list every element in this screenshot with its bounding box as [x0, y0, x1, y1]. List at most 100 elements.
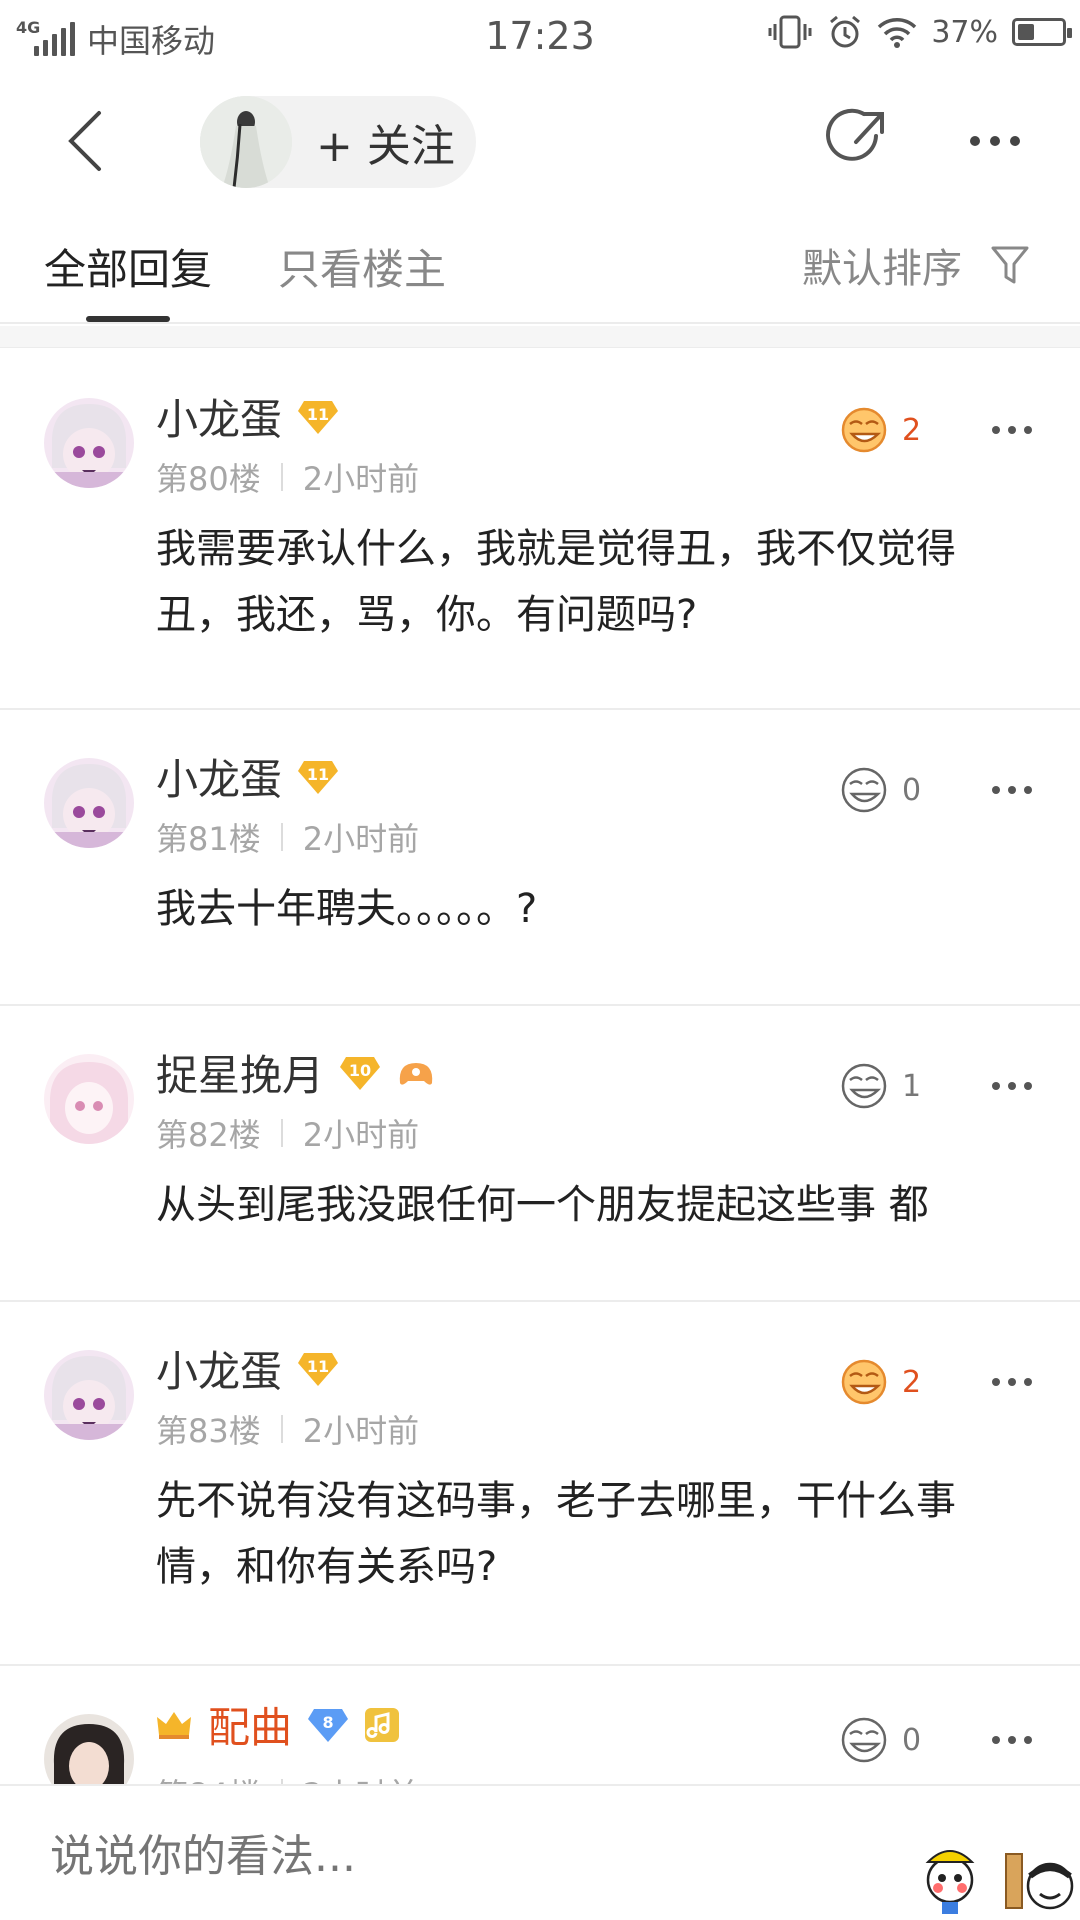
comment-meta: 第81楼 2小时前 [156, 814, 419, 860]
level-badge: 11 [298, 1351, 339, 1387]
more-options-button[interactable] [960, 106, 1030, 176]
comment-item: 配曲 8 第84楼 2小时前 0 [0, 1666, 1080, 1784]
reply-tabs: 全部回复 只看楼主 默认排序 [0, 206, 1080, 324]
post-time: 2小时前 [303, 1770, 419, 1784]
username-text: 配曲 [208, 1703, 293, 1752]
meta-divider [280, 1119, 283, 1147]
sort-button[interactable]: 默认排序 [802, 236, 1030, 294]
meta-divider [280, 1415, 283, 1443]
avatar[interactable] [44, 1054, 134, 1144]
avatar[interactable] [44, 1350, 134, 1440]
comment-more-button[interactable] [992, 786, 1032, 794]
filter-icon [991, 246, 1029, 284]
wifi-icon [878, 18, 917, 48]
floor-number: 第83楼 [156, 1412, 261, 1450]
status-right: 37% [767, 14, 1072, 50]
post-time: 2小时前 [302, 1412, 420, 1450]
post-time: 2小时前 [302, 460, 420, 498]
alarm-icon [830, 15, 861, 48]
share-icon [826, 108, 884, 161]
tab-all-replies[interactable]: 全部回复 [44, 236, 212, 297]
music-badge-icon [365, 1707, 400, 1742]
back-button[interactable] [50, 106, 120, 176]
status-bar: 4G 中国移动 17:23 37% [0, 0, 1080, 76]
panda-sticker-icon[interactable] [910, 1836, 990, 1916]
like-count: 0 [902, 772, 922, 808]
follow-button[interactable]: + 关注 [200, 96, 476, 188]
battery-level [1018, 24, 1034, 40]
reply-input[interactable] [50, 1826, 870, 1886]
like-count: 2 [902, 1364, 922, 1400]
laugh-emoji-icon [841, 1063, 887, 1109]
level-badge: 11 [298, 759, 339, 795]
like-count: 0 [902, 1722, 922, 1758]
username-text: 捉星挽月 [156, 1051, 325, 1100]
comment-more-button[interactable] [992, 426, 1032, 434]
battery-percent: 37% [931, 14, 998, 50]
username[interactable]: 捉星挽月 10 [156, 1042, 436, 1103]
follow-label: + 关注 [316, 121, 455, 172]
like-count: 2 [902, 412, 922, 448]
username-text: 小龙蛋 [156, 395, 283, 444]
share-button[interactable] [820, 106, 890, 176]
chevron-left-icon [68, 111, 101, 171]
comment-text: 我需要承认什么，我就是觉得丑，我不仅觉得丑，我还，骂，你。有问题吗? [156, 526, 956, 638]
username-text: 小龙蛋 [156, 1347, 283, 1396]
reply-bar [0, 1784, 1080, 1920]
like-button[interactable]: 2 [840, 1358, 921, 1406]
username[interactable]: 小龙蛋 11 [156, 746, 339, 807]
comment-meta: 第82楼 2小时前 [156, 1110, 419, 1156]
vibrate-icon [768, 15, 812, 49]
like-button[interactable]: 1 [840, 1062, 921, 1110]
level-badge: 11 [298, 399, 339, 435]
avatar[interactable] [44, 1714, 134, 1784]
laugh-emoji-icon [841, 767, 887, 813]
username-text: 小龙蛋 [156, 755, 283, 804]
username[interactable]: 小龙蛋 11 [156, 386, 339, 447]
avatar[interactable] [44, 758, 134, 848]
comment-more-button[interactable] [992, 1082, 1032, 1090]
like-button[interactable]: 0 [840, 766, 921, 814]
comment-text: 从头到尾我没跟任何一个朋友提起这些事 都 [156, 1182, 929, 1228]
dot-icon [970, 136, 980, 146]
floor-number: 第84楼 [156, 1770, 261, 1784]
like-button[interactable]: 0 [840, 1716, 921, 1764]
like-button[interactable]: 2 [840, 406, 921, 454]
section-separator [0, 326, 1080, 348]
dot-icon [1010, 136, 1020, 146]
meta-divider [280, 463, 283, 491]
post-time: 2小时前 [302, 1116, 420, 1154]
laugh-emoji-icon [841, 1717, 887, 1763]
meme-sticker-icon[interactable] [1000, 1836, 1080, 1916]
game-badge-icon [399, 1062, 433, 1085]
avatar[interactable] [44, 398, 134, 488]
username[interactable]: 小龙蛋 11 [156, 1338, 339, 1399]
comment-text: 我去十年聘夫。。。。。? [156, 886, 538, 932]
comment-meta: 第84楼 2小时前 [156, 1770, 419, 1784]
like-count: 1 [902, 1068, 922, 1104]
comment-meta: 第80楼 2小时前 [156, 454, 419, 500]
level-badge: 10 [340, 1055, 381, 1091]
author-avatar [200, 96, 292, 188]
comment-text: 先不说有没有这码事，老子去哪里，干什么事情，和你有关系吗? [156, 1478, 956, 1590]
comment-item: 小龙蛋 11 第80楼 2小时前 2 我需要承认什么，我就是觉得丑，我不仅觉得丑… [0, 350, 1080, 710]
username[interactable]: 配曲 8 [156, 1694, 400, 1755]
top-nav: + 关注 [0, 76, 1080, 206]
comment-meta: 第83楼 2小时前 [156, 1406, 419, 1452]
comment-item: 小龙蛋 11 第81楼 2小时前 0 我去十年聘夫。。。。。? [0, 710, 1080, 1006]
dot-icon [990, 136, 1000, 146]
level-badge: 8 [308, 1707, 349, 1743]
comment-item: 捉星挽月 10 第82楼 2小时前 1 从头到尾我没跟任何一个朋友提起这些事 都 [0, 1006, 1080, 1302]
comment-more-button[interactable] [992, 1736, 1032, 1744]
crown-icon [157, 1711, 191, 1739]
laugh-emoji-icon [841, 1359, 887, 1405]
floor-number: 第82楼 [156, 1116, 261, 1154]
sort-label: 默认排序 [802, 246, 962, 292]
floor-number: 第81楼 [156, 820, 261, 858]
comment-item: 小龙蛋 11 第83楼 2小时前 2 先不说有没有这码事，老子去哪里，干什么事情… [0, 1302, 1080, 1666]
floor-number: 第80楼 [156, 460, 261, 498]
tab-indicator [86, 316, 170, 322]
tab-op-only[interactable]: 只看楼主 [278, 236, 446, 297]
comment-more-button[interactable] [992, 1378, 1032, 1386]
meta-divider [280, 823, 283, 851]
